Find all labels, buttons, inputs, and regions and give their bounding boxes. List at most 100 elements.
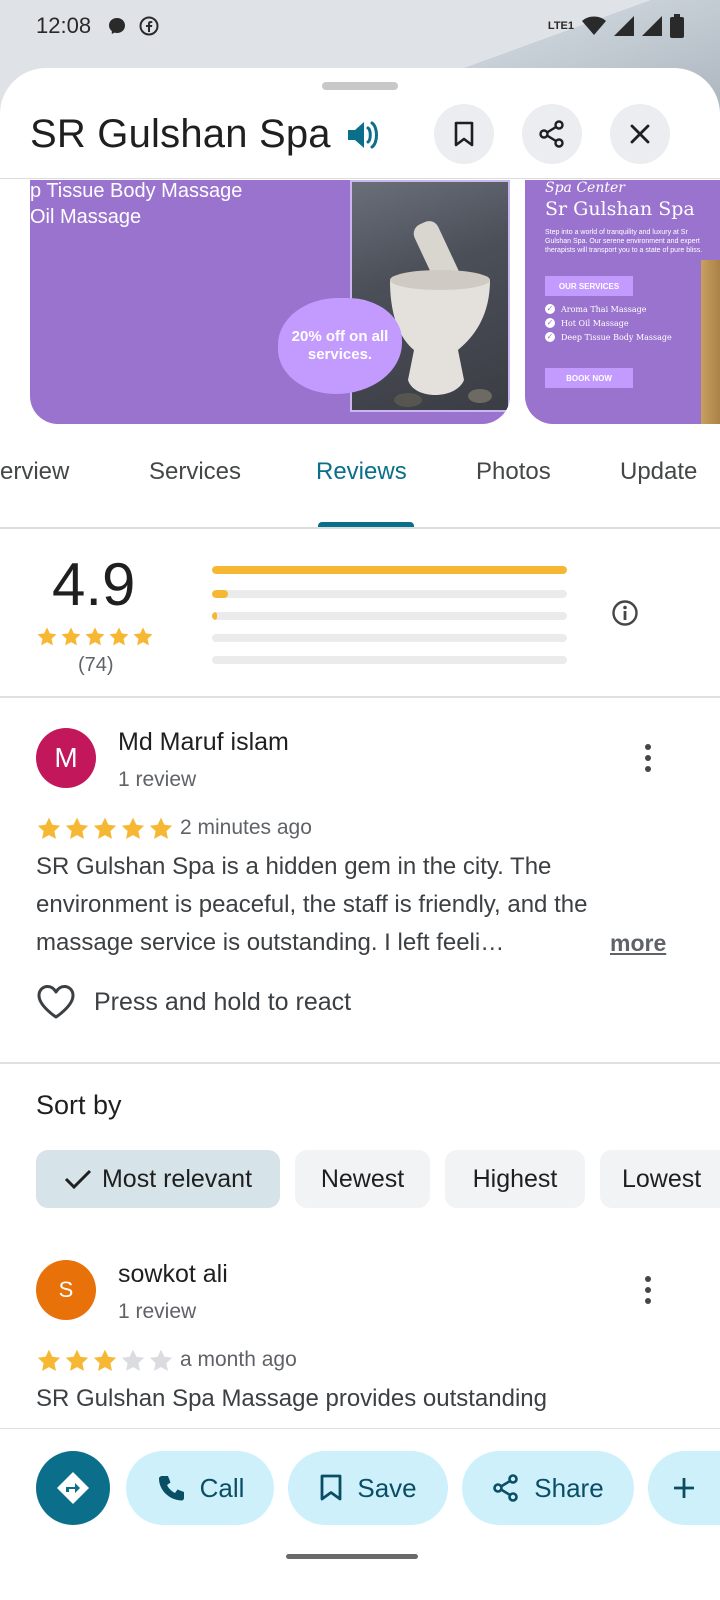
oil-bottle-image (701, 260, 720, 424)
star-filled-icon (93, 817, 117, 839)
sort-chip-most-relevant[interactable]: Most relevant (36, 1150, 280, 1208)
photo-description: Step into a world of tranquility and lux… (545, 229, 703, 254)
share-place-button[interactable] (522, 104, 582, 164)
home-indicator[interactable] (286, 1554, 418, 1559)
tabs-divider (0, 527, 720, 529)
star-filled-icon (93, 1349, 117, 1371)
photo-services-pill: OUR SERVICES (545, 276, 633, 296)
check-icon: ✓ (545, 318, 555, 328)
star-filled-icon (61, 627, 81, 646)
phone-icon (158, 1476, 184, 1501)
sort-title: Sort by (36, 1090, 122, 1120)
lte-indicator: LTE1 (547, 19, 574, 32)
review-card: S sowkot ali 1 review a month ago SR Gul… (0, 1230, 720, 1430)
tab-photos[interactable]: Photos (476, 458, 551, 518)
header-divider (0, 178, 720, 179)
call-button[interactable]: Call (126, 1451, 274, 1525)
star-filled-icon (121, 817, 145, 839)
bookmark-icon (320, 1474, 342, 1501)
rating-bar-2 (212, 634, 567, 642)
star-filled-icon (37, 1349, 61, 1371)
sort-chip-newest[interactable]: Newest (295, 1150, 430, 1208)
speaker-icon[interactable] (344, 116, 382, 154)
gallery-photo-2[interactable]: Spa Center Sr Gulshan Spa Step into a wo… (525, 180, 720, 424)
star-filled-icon (37, 627, 57, 646)
info-icon[interactable] (611, 599, 639, 627)
directions-button[interactable] (36, 1451, 110, 1525)
photo-script-text: Spa Center (545, 180, 625, 196)
signal-icon-2 (642, 16, 662, 36)
sort-chip-lowest[interactable]: Lowest (600, 1150, 720, 1208)
review-time: 2 minutes ago (180, 816, 312, 839)
save-button[interactable]: Save (288, 1451, 448, 1525)
share-icon (539, 120, 564, 148)
tab-updates[interactable]: Update (620, 458, 697, 518)
bookmark-icon (454, 121, 474, 147)
check-icon: ✓ (545, 304, 555, 314)
review-text: SR Gulshan Spa is a hidden gem in the ci… (36, 853, 588, 956)
rating-bar-5 (212, 566, 567, 574)
review-stars (36, 1348, 174, 1374)
tab-services[interactable]: Services (149, 458, 241, 518)
facebook-icon (139, 16, 159, 36)
avatar[interactable]: S (36, 1260, 96, 1320)
review-menu-button[interactable] (630, 740, 666, 776)
sheet-drag-handle[interactable] (322, 82, 398, 90)
star-empty-icon (121, 1349, 145, 1371)
review-text: SR Gulshan Spa Massage provides outstand… (36, 1385, 547, 1412)
review-count: (74) (78, 654, 114, 676)
photo-book-pill: BOOK NOW (545, 368, 633, 388)
status-bar: 12:08 LTE1 (0, 0, 720, 52)
review-stars (36, 816, 174, 842)
photo-service-item: ✓ Deep Tissue Body Massage (545, 332, 672, 342)
star-empty-icon (149, 1349, 173, 1371)
close-button[interactable] (610, 104, 670, 164)
star-filled-icon (37, 817, 61, 839)
reviewer-stats: 1 review (118, 1300, 197, 1323)
battery-icon (670, 14, 684, 38)
place-tabs: erview Services Reviews Photos Update (0, 458, 720, 518)
more-link[interactable]: more (610, 930, 666, 957)
photo-gallery[interactable]: p Tissue Body Massage Oil Massage 20% of… (0, 180, 720, 424)
review-time: a month ago (180, 1348, 297, 1371)
tab-reviews[interactable]: Reviews (316, 458, 407, 518)
star-filled-icon (85, 627, 105, 646)
signal-icon (614, 16, 634, 36)
react-button[interactable]: Press and hold to react (36, 984, 351, 1020)
close-icon (630, 124, 650, 144)
rating-bar-fill (212, 612, 218, 620)
place-sheet: SR Gulshan Spa p Tissue Body Massage Oil… (0, 68, 720, 1600)
review-card: M Md Maruf islam 1 review 2 minutes ago … (0, 698, 720, 1064)
average-rating: 4.9 (52, 551, 136, 618)
place-title: SR Gulshan Spa (30, 112, 331, 156)
star-filled-icon (109, 627, 129, 646)
sort-chip-highest[interactable]: Highest (445, 1150, 585, 1208)
reviewer-name[interactable]: Md Maruf islam (118, 728, 289, 757)
share-button[interactable]: Share (462, 1451, 634, 1525)
messenger-icon (109, 18, 126, 34)
check-icon (64, 1169, 92, 1190)
star-filled-icon (149, 817, 173, 839)
rating-summary: 4.9 (74) (0, 530, 720, 698)
photo-brand-title: Sr Gulshan Spa (545, 198, 695, 220)
avatar[interactable]: M (36, 728, 96, 788)
photo-service-item: ✓ Hot Oil Massage (545, 318, 629, 328)
action-bar: Call Save Share (0, 1428, 720, 1600)
plus-icon (674, 1478, 694, 1498)
tab-overview[interactable]: erview (0, 458, 69, 518)
photo-service-item: ✓ Aroma Thai Massage (545, 304, 647, 314)
mortar-pestle-image (390, 221, 492, 407)
rating-bar-4 (212, 590, 567, 598)
place-header: SR Gulshan Spa (0, 104, 720, 174)
review-menu-button[interactable] (630, 1272, 666, 1308)
star-filled-icon (133, 627, 153, 646)
check-icon: ✓ (545, 332, 555, 342)
reviewer-name[interactable]: sowkot ali (118, 1260, 228, 1289)
more-actions-button[interactable] (648, 1451, 720, 1525)
rating-bar-3 (212, 612, 567, 620)
gallery-photo-1[interactable]: p Tissue Body Massage Oil Massage 20% of… (30, 180, 510, 424)
save-place-button[interactable] (434, 104, 494, 164)
photo-text-line: Oil Massage (30, 206, 142, 228)
react-label: Press and hold to react (94, 987, 352, 1016)
status-time: 12:08 (36, 13, 92, 38)
